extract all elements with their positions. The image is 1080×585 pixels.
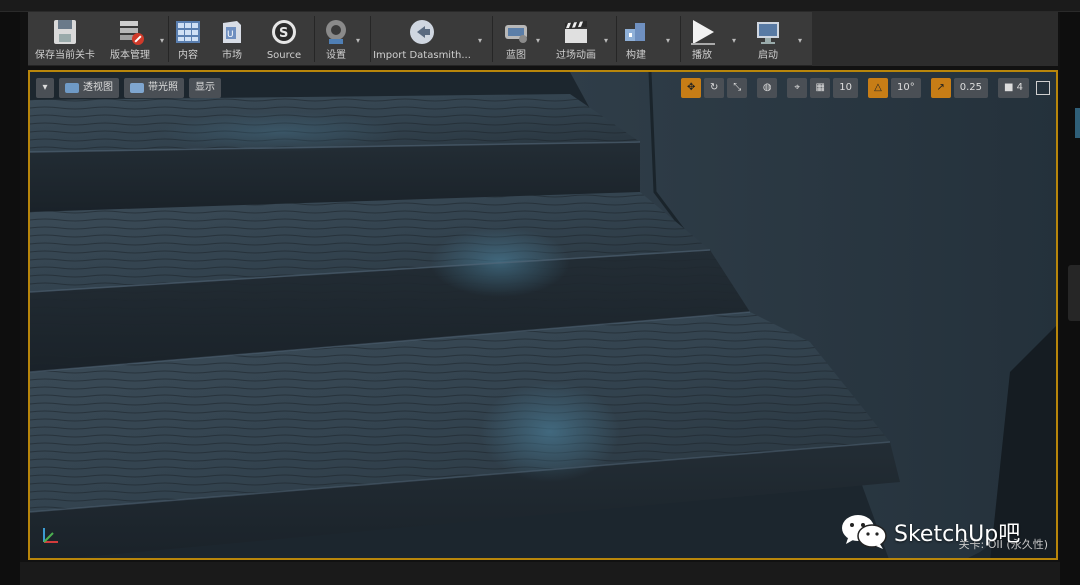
toolbar-separator bbox=[616, 16, 617, 62]
content-grid-icon bbox=[173, 17, 203, 47]
axis-gizmo-icon bbox=[43, 528, 58, 543]
toolbar-separator bbox=[168, 16, 169, 62]
right-panel-tab[interactable] bbox=[1068, 265, 1080, 321]
source-control-button[interactable]: 版本管理 bbox=[102, 14, 158, 64]
right-panel-indicator[interactable] bbox=[1075, 108, 1080, 138]
toolbar-separator bbox=[680, 16, 681, 62]
camera-icon: ■ bbox=[1003, 82, 1017, 93]
lit-mode-button[interactable]: 带光照 bbox=[124, 78, 184, 98]
marketplace-button[interactable]: U 市场 bbox=[214, 14, 250, 64]
surface-snap-button[interactable]: ⌖ bbox=[787, 78, 808, 98]
scale-snap-toggle[interactable]: ↗ bbox=[930, 78, 951, 98]
perspective-cube-icon bbox=[65, 83, 79, 93]
chevron-down-icon: ▾ bbox=[42, 82, 48, 93]
datasmith-icon bbox=[407, 17, 437, 47]
window-top-band bbox=[0, 0, 1080, 12]
play-button[interactable]: 播放 bbox=[684, 14, 720, 64]
source-control-icon bbox=[115, 17, 145, 47]
viewport-options-bar: ▾ 透视图 带光照 显示 bbox=[36, 78, 221, 98]
left-gutter bbox=[0, 12, 20, 585]
surface-snap-icon: ⌖ bbox=[794, 82, 801, 93]
bottom-band bbox=[20, 562, 1060, 585]
play-dropdown-icon[interactable]: ▾ bbox=[732, 36, 736, 45]
toolbar-separator bbox=[492, 16, 493, 62]
cinematics-button[interactable]: 过场动画 bbox=[552, 14, 600, 64]
rotation-snap-toggle[interactable]: △ bbox=[867, 78, 888, 98]
scale-snap-value[interactable]: 0.25 bbox=[953, 78, 988, 98]
blueprint-icon bbox=[501, 17, 531, 47]
translate-mode-button[interactable]: ✥ bbox=[681, 78, 702, 98]
build-icon bbox=[621, 17, 651, 47]
marketplace-icon: U bbox=[217, 17, 247, 47]
watermark-text: SketchUp吧 bbox=[894, 522, 1021, 547]
blueprints-button[interactable]: 蓝图 bbox=[498, 14, 534, 64]
scale-icon: ⤡ bbox=[733, 82, 742, 93]
gear-icon bbox=[321, 17, 351, 47]
maximize-viewport-icon[interactable] bbox=[1036, 81, 1050, 95]
launch-dropdown-icon[interactable]: ▾ bbox=[798, 36, 802, 45]
cinematics-dropdown-icon[interactable]: ▾ bbox=[604, 36, 608, 45]
toolbar-separator bbox=[314, 16, 315, 62]
scale-arrow-icon: ↗ bbox=[936, 82, 945, 93]
globe-icon: ◍ bbox=[762, 82, 772, 93]
perspective-view-button[interactable]: 透视图 bbox=[59, 78, 119, 98]
watermark: SketchUp吧 bbox=[840, 512, 1020, 552]
scale-mode-button[interactable]: ⤡ bbox=[727, 78, 748, 98]
move-icon: ✥ bbox=[687, 82, 696, 93]
grid-icon: ▦ bbox=[815, 82, 825, 93]
build-button[interactable]: 构建 bbox=[618, 14, 654, 64]
rotate-icon: ↻ bbox=[710, 82, 719, 93]
viewport-transform-bar: ✥ ↻ ⤡ ◍ ⌖ ▦ 10 △ 10° ↗ 0.25 ■ 4 bbox=[681, 78, 1050, 98]
svg-text:S: S bbox=[279, 26, 288, 41]
blueprints-dropdown-icon[interactable]: ▾ bbox=[536, 36, 540, 45]
play-icon bbox=[687, 17, 717, 47]
toolbar-separator bbox=[370, 16, 371, 62]
lit-sphere-icon bbox=[130, 83, 144, 93]
source-button[interactable]: S Source bbox=[262, 14, 306, 64]
import-datasmith-button[interactable]: Import Datasmith... bbox=[373, 14, 471, 64]
camera-speed-button[interactable]: ■ 4 bbox=[997, 78, 1029, 98]
grid-snap-value[interactable]: 10 bbox=[833, 78, 858, 98]
save-level-button[interactable]: 保存当前关卡 bbox=[32, 14, 98, 64]
save-icon bbox=[50, 17, 80, 47]
coordinate-system-button[interactable]: ◍ bbox=[757, 78, 778, 98]
viewport-options-menu[interactable]: ▾ bbox=[36, 78, 54, 98]
toolbar-empty-area bbox=[812, 12, 1058, 66]
level-viewport[interactable]: ▾ 透视图 带光照 显示 ✥ ↻ ⤡ ◍ ⌖ ▦ 10 △ 10° ↗ 0.25… bbox=[28, 70, 1058, 560]
rotation-snap-value[interactable]: 10° bbox=[890, 78, 921, 98]
show-flags-button[interactable]: 显示 bbox=[189, 78, 221, 98]
wechat-logo-icon bbox=[842, 515, 887, 549]
settings-button[interactable]: 设置 bbox=[318, 14, 354, 64]
rotate-mode-button[interactable]: ↻ bbox=[704, 78, 725, 98]
launch-monitor-icon bbox=[753, 17, 783, 47]
settings-dropdown-icon[interactable]: ▾ bbox=[356, 36, 360, 45]
content-button[interactable]: 内容 bbox=[170, 14, 206, 64]
launch-button[interactable]: 启动 bbox=[750, 14, 786, 64]
source-icon: S bbox=[269, 17, 299, 47]
angle-icon: △ bbox=[874, 82, 882, 93]
build-dropdown-icon[interactable]: ▾ bbox=[666, 36, 670, 45]
stair-scene bbox=[30, 72, 1056, 558]
clapperboard-icon bbox=[561, 17, 591, 47]
grid-snap-toggle[interactable]: ▦ bbox=[810, 78, 831, 98]
source-control-dropdown-icon[interactable]: ▾ bbox=[160, 36, 164, 45]
datasmith-dropdown-icon[interactable]: ▾ bbox=[478, 36, 482, 45]
svg-text:U: U bbox=[227, 30, 234, 40]
